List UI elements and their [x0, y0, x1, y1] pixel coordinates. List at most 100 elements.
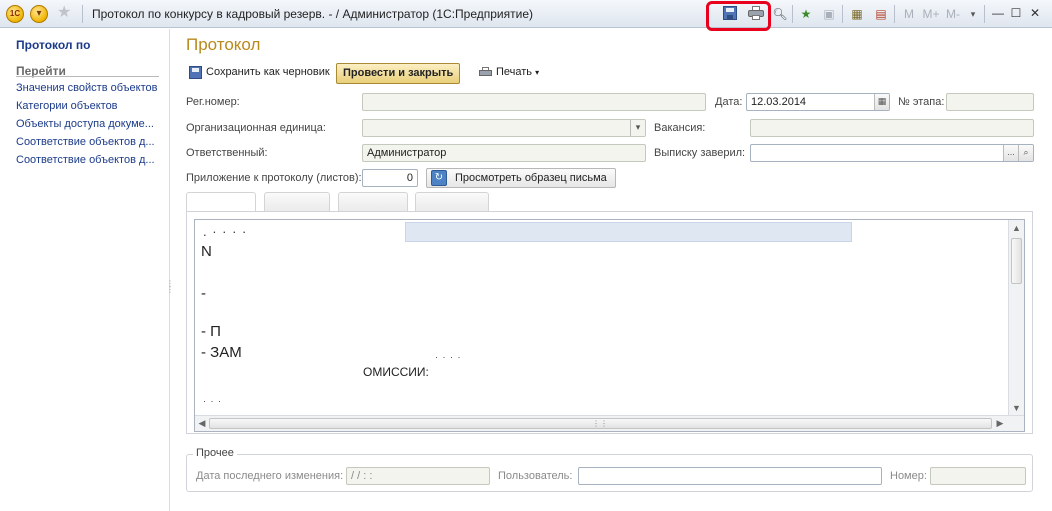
calendar-icon[interactable]: ▤: [872, 5, 890, 23]
scroll-up-icon[interactable]: ▲: [1011, 222, 1022, 234]
tab-3[interactable]: [338, 192, 408, 212]
title-separator: [82, 5, 83, 23]
redaction-dots: · · · ·: [435, 352, 462, 362]
stage-number-field[interactable]: [946, 93, 1034, 111]
select-ellipsis-button[interactable]: ...: [1003, 145, 1018, 161]
nav-link-object-categories[interactable]: Категории объектов: [16, 100, 118, 112]
nav-link-object-correspondence-1[interactable]: Соответствие объектов д...: [16, 136, 155, 148]
number-field[interactable]: [930, 467, 1026, 485]
editor-line-5: ОМИССИИ:: [363, 365, 429, 379]
redaction-dots: · · ·: [203, 396, 222, 406]
maximize-button[interactable]: ☐: [1008, 5, 1024, 21]
nav-panel-title: Протокол по: [16, 38, 91, 52]
certified-by-field[interactable]: ... ⌕: [750, 144, 1034, 162]
attachment-sheets-label: Приложение к протоколу (листов):: [186, 172, 362, 184]
reg-number-label: Рег.номер:: [186, 96, 240, 108]
toolbar-separator: [984, 5, 985, 23]
date-value: 12.03.2014: [751, 96, 807, 108]
redaction: [401, 39, 551, 47]
last-change-field[interactable]: / / : :: [346, 467, 490, 485]
memory-mminus-button[interactable]: M-: [944, 5, 962, 23]
link-icon[interactable]: ▣: [820, 5, 838, 23]
attachment-sheets-field[interactable]: 0: [362, 169, 418, 187]
editor-line-3: - П: [201, 323, 221, 340]
chevron-down-icon[interactable]: ▾: [630, 120, 645, 136]
close-button[interactable]: ✕: [1027, 5, 1043, 21]
vertical-scroll-thumb[interactable]: [1011, 238, 1022, 284]
refresh-icon: ↻: [431, 170, 447, 186]
stage-number-label: № этапа:: [898, 96, 945, 108]
date-field[interactable]: 12.03.2014 ▦: [746, 93, 890, 111]
tab-strip: [186, 192, 1036, 213]
scroll-down-icon[interactable]: ▼: [1011, 402, 1022, 414]
editor-line-4: - ЗАМ: [201, 344, 242, 361]
redaction: [94, 39, 168, 52]
goto-divider: [16, 76, 159, 77]
minimize-button[interactable]: —: [990, 5, 1006, 21]
tab-1[interactable]: [186, 192, 256, 213]
tab-panel: . · · · · N - - П - ЗАМ ОМИССИИ: · · · ·…: [186, 211, 1033, 434]
window-title: Протокол по конкурсу в кадровый резерв. …: [92, 7, 533, 21]
redaction-dots: . · · · ·: [203, 224, 248, 239]
reg-number-field[interactable]: [362, 93, 706, 111]
navigation-panel: Протокол по Перейти Значения свойств объ…: [0, 29, 174, 511]
user-field[interactable]: [578, 467, 882, 485]
print-preview-icon[interactable]: 🔍︎: [771, 5, 789, 23]
org-unit-field[interactable]: ▾: [362, 119, 646, 137]
text-selection-highlight: [405, 222, 852, 242]
toolbar-separator: [894, 5, 895, 23]
nav-link-document-access-objects[interactable]: Объекты доступа докуме...: [16, 118, 154, 130]
calculator-icon[interactable]: ▦: [848, 5, 866, 23]
nav-link-property-values[interactable]: Значения свойств объектов: [16, 82, 157, 94]
print-icon: [479, 67, 492, 78]
calendar-icon[interactable]: ▦: [874, 94, 889, 110]
tab-4[interactable]: [415, 192, 489, 212]
responsible-label: Ответственный:: [186, 147, 268, 159]
vertical-scrollbar[interactable]: ▲ ▼: [1008, 220, 1024, 416]
preview-letter-label: Просмотреть образец письма: [455, 172, 607, 184]
certified-by-label: Выписку заверил:: [654, 147, 746, 159]
toolbar-separator: [842, 5, 843, 23]
horizontal-scrollbar[interactable]: ◀ ⋮⋮ ▶: [195, 415, 1024, 431]
main-menu-icon[interactable]: ▾: [30, 5, 48, 23]
scroll-right-icon[interactable]: ▶: [994, 417, 1006, 429]
vacancy-label: Вакансия:: [654, 122, 706, 134]
responsible-field[interactable]: Администратор: [362, 144, 646, 162]
memory-m-button[interactable]: M: [900, 5, 918, 23]
dropdown-arrow-icon[interactable]: ▾: [964, 5, 982, 23]
redaction: [271, 39, 391, 51]
favorites-star-icon[interactable]: ★: [57, 4, 71, 22]
form-title: Протокол: [186, 35, 261, 54]
tab-2[interactable]: [264, 192, 330, 212]
horizontal-scroll-thumb[interactable]: ⋮⋮: [209, 418, 992, 429]
print-icon[interactable]: [748, 6, 764, 20]
user-label: Пользователь:: [498, 470, 573, 482]
org-unit-label: Организационная единица:: [186, 122, 326, 134]
add-favorite-icon[interactable]: ★: [797, 5, 815, 23]
print-menu-button[interactable]: Печать ▾: [476, 62, 539, 84]
nav-link-object-correspondence-2[interactable]: Соответствие объектов д...: [16, 154, 155, 166]
editor-line-2: -: [201, 285, 206, 302]
number-label: Номер:: [890, 470, 927, 482]
other-group-title: Прочее: [193, 447, 237, 459]
preview-letter-button[interactable]: ↻ Просмотреть образец письма: [426, 168, 616, 188]
save-draft-label: Сохранить как черновик: [206, 66, 330, 78]
panel-splitter-handle[interactable]: ⋮ ⋮: [166, 280, 174, 311]
vacancy-field[interactable]: [750, 119, 1034, 137]
memory-mplus-button[interactable]: M+: [922, 5, 940, 23]
date-label: Дата:: [715, 96, 743, 108]
form-area: Протокол Сохранить как черновик Провести…: [171, 29, 1052, 511]
title-bar: 1С ▾ ★ Протокол по конкурсу в кадровый р…: [0, 0, 1052, 31]
print-label: Печать: [496, 66, 533, 78]
editor-line-1: N: [201, 243, 212, 260]
scroll-left-icon[interactable]: ◀: [196, 417, 208, 429]
chevron-down-icon: ▾: [535, 68, 540, 77]
toolbar-separator: [792, 5, 793, 23]
post-and-close-button[interactable]: Провести и закрыть: [336, 63, 461, 84]
save-icon[interactable]: [723, 6, 737, 20]
last-change-label: Дата последнего изменения:: [196, 470, 344, 482]
save-draft-button[interactable]: Сохранить как черновик: [186, 62, 330, 84]
app-logo-icon[interactable]: 1С: [6, 5, 24, 23]
protocol-text-editor[interactable]: . · · · · N - - П - ЗАМ ОМИССИИ: · · · ·…: [194, 219, 1025, 432]
search-icon[interactable]: ⌕: [1018, 145, 1033, 161]
